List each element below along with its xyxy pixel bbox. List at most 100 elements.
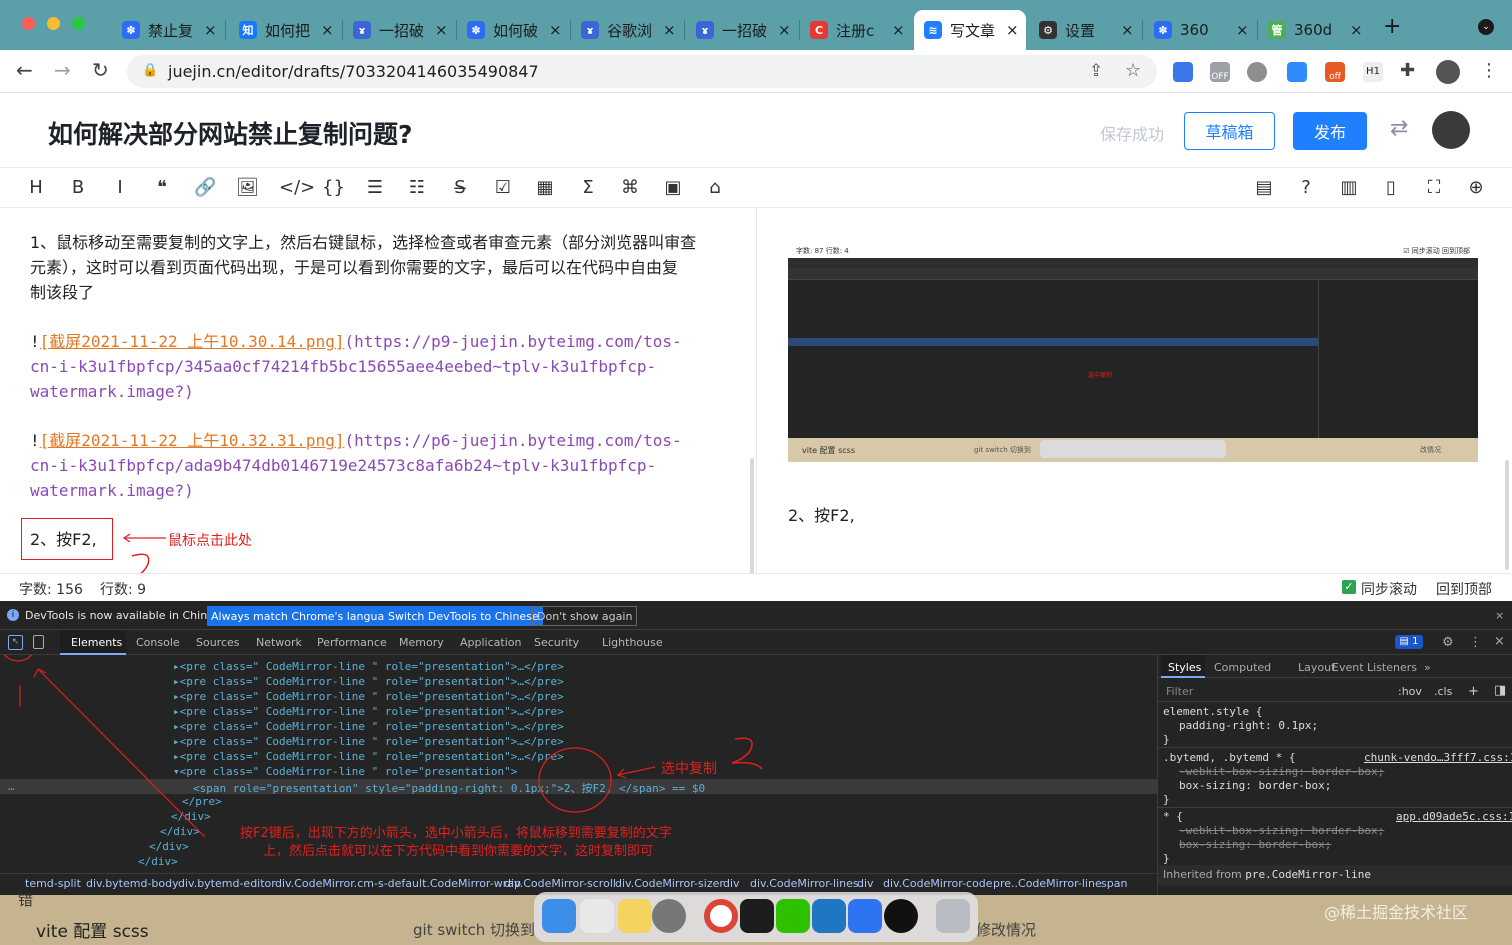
toolbar-help-icon[interactable]: ? [1295, 177, 1317, 198]
hov-toggle[interactable]: :hov [1398, 685, 1422, 698]
extension-off-icon[interactable]: OFF [1210, 62, 1230, 82]
styles-tab-computed[interactable]: Computed [1214, 661, 1271, 674]
tab-close-icon[interactable]: × [778, 21, 791, 39]
image-url-line[interactable]: watermark.image?) [30, 478, 194, 503]
tab-close-icon[interactable]: × [1121, 21, 1134, 39]
breadcrumb-item[interactable]: div.CodeMirror-lines [750, 877, 859, 890]
toolbar-link-icon[interactable]: 🔗 [194, 177, 216, 198]
extension-h1-icon[interactable]: H1 [1363, 62, 1383, 82]
rule-source-link[interactable]: chunk-vendo…3fff7.css:1 [1364, 751, 1512, 764]
browser-tab[interactable]: ɤ 一招破 × [343, 10, 455, 50]
sync-scroll-checkbox[interactable]: ✓ [1342, 580, 1356, 594]
maximize-window-button[interactable] [72, 17, 85, 30]
toolbar-image-icon[interactable]: 🖼 [236, 177, 259, 198]
back-to-top-link[interactable]: 回到顶部 [1436, 579, 1492, 599]
breadcrumb-item[interactable]: div.bytemd-editor [178, 877, 276, 890]
toolbar-github-icon[interactable]: ⊕ [1465, 177, 1487, 198]
tab-close-icon[interactable]: × [204, 21, 217, 39]
tab-close-icon[interactable]: × [549, 21, 562, 39]
devtools-tab-security[interactable]: Security [534, 636, 579, 649]
inherited-selector[interactable]: pre.CodeMirror-line [1245, 868, 1371, 881]
image-alt-link[interactable]: [截屏2021-11-22 上午10.32.31.png] [40, 431, 345, 450]
devtools-menu-icon[interactable]: ⋮ [1469, 635, 1482, 650]
styles-tab-styles[interactable]: Styles [1168, 661, 1201, 674]
breadcrumb-item[interactable]: span [1101, 877, 1127, 890]
styles-tab-layout[interactable]: Layout [1298, 661, 1335, 674]
breadcrumb-item[interactable]: pre..CodeMirror-line [993, 877, 1102, 890]
browser-tab[interactable]: ✽ 360 × [1144, 10, 1256, 50]
vscode-icon[interactable] [812, 899, 846, 933]
chrome-icon[interactable] [704, 899, 738, 933]
dont-show-again-button[interactable]: Don't show again [532, 606, 638, 626]
toolbar-editor-only-icon[interactable]: ▯ [1380, 177, 1402, 198]
close-devtools-icon[interactable]: × [1494, 634, 1505, 649]
devtools-tab-sources[interactable]: Sources [196, 636, 240, 649]
new-rule-icon[interactable]: + [1468, 684, 1479, 699]
tab-close-icon[interactable]: × [321, 21, 334, 39]
sync-scroll-label[interactable]: 同步滚动 [1361, 579, 1417, 599]
lock-icon[interactable]: 🔒 [142, 63, 158, 78]
close-banner-icon[interactable]: × [1495, 609, 1504, 622]
toolbar-preview-only-icon[interactable]: ▥ [1338, 177, 1360, 198]
always-match-language-button[interactable]: Always match Chrome's language [207, 606, 402, 626]
url-text[interactable]: juejin.cn/editor/drafts/7033204146035490… [168, 62, 539, 81]
toolbar-fullscreen-icon[interactable]: ⛶ [1423, 177, 1445, 198]
forward-icon[interactable]: → [54, 58, 71, 82]
breadcrumb-item[interactable]: div [857, 877, 874, 890]
article-title-input[interactable]: 如何解决部分网站禁止复制问题? [48, 115, 413, 151]
paragraph-line[interactable]: 制该段了 [30, 280, 94, 305]
share-icon[interactable]: ⇪ [1089, 61, 1103, 81]
avatar[interactable] [1432, 111, 1470, 149]
rule-property-overridden[interactable]: -webkit-box-sizing: border-box; [1179, 765, 1384, 778]
image-markdown-line[interactable]: ![截屏2021-11-22 上午10.32.31.png](https://p… [30, 428, 682, 453]
browser-tab[interactable]: 管 360d × [1258, 10, 1370, 50]
rule-property-overridden[interactable]: -webkit-box-sizing: border-box; [1179, 824, 1384, 837]
breadcrumb-item[interactable]: div.CodeMirror-code [883, 877, 993, 890]
image-url-line[interactable]: watermark.image?) [30, 379, 194, 404]
rule-selector[interactable]: element.style { [1163, 705, 1262, 718]
browser-tab[interactable]: ɤ 一招破 × [686, 10, 798, 50]
minimize-window-button[interactable] [47, 17, 60, 30]
devtools-tab-lighthouse[interactable]: Lighthouse [602, 636, 663, 649]
drafts-button[interactable]: 草稿箱 [1184, 112, 1275, 150]
tab-close-icon[interactable]: × [1236, 21, 1249, 39]
settings-gear-icon[interactable]: ⚙ [1442, 635, 1454, 650]
rule-property-overridden[interactable]: box-sizing: border-box; [1179, 838, 1331, 851]
tab-close-icon[interactable]: × [663, 21, 676, 39]
back-icon[interactable]: ← [16, 58, 33, 82]
toolbar-mermaid-icon[interactable]: ⌘ [619, 177, 641, 198]
toolbar-toc-icon[interactable]: ▤ [1253, 177, 1275, 198]
rule-selector[interactable]: .bytemd, .bytemd * { [1163, 751, 1295, 764]
elements-dom-tree[interactable]: ▸<pre class=" CodeMirror-line " role="pr… [0, 655, 1157, 878]
toolbar-ordered-list-icon[interactable]: ☷ [406, 177, 428, 198]
paragraph-line[interactable]: 元素），这时可以看到页面代码出现，于是可以看到你需要的文字，最后可以在代码中自由… [30, 255, 678, 280]
rule-property[interactable]: box-sizing: border-box; [1179, 779, 1331, 792]
rule-property[interactable]: padding-right: 0.1px; [1179, 719, 1318, 732]
toolbar-table-icon[interactable]: ▦ [534, 177, 556, 198]
toolbar-heading-icon[interactable]: H [25, 177, 47, 198]
extension-off2-icon[interactable]: off [1325, 62, 1345, 82]
maps-pin-icon[interactable] [848, 899, 882, 933]
terminal-icon[interactable] [740, 899, 774, 933]
markdown-editor[interactable]: 1、鼠标移动至需要复制的文字上，然后右键鼠标，选择检查或者审查元素（部分浏览器叫… [0, 208, 757, 573]
toggle-sidebar-icon[interactable]: ◨ [1494, 683, 1506, 698]
breadcrumb-item[interactable]: div [723, 877, 740, 890]
tab-search-icon[interactable]: ⌄ [1478, 19, 1494, 35]
profile-icon[interactable] [1436, 60, 1460, 84]
devtools-tab-application[interactable]: Application [460, 636, 521, 649]
rule-selector[interactable]: * { [1163, 810, 1183, 823]
styles-tab-event-listeners[interactable]: Event Listeners [1332, 661, 1417, 674]
image-markdown-line[interactable]: ![截屏2021-11-22 上午10.30.14.png](https://p… [30, 329, 682, 354]
extension-cube-icon[interactable] [1287, 62, 1307, 82]
paragraph-line[interactable]: 1、鼠标移动至需要复制的文字上，然后右键鼠标，选择检查或者审查元素（部分浏览器叫… [30, 230, 696, 255]
issues-badge[interactable]: ▤ 1 [1395, 635, 1423, 649]
breadcrumb-item[interactable]: div.CodeMirror-scroll [504, 877, 616, 890]
step2-line[interactable]: 2、按F2, [30, 527, 97, 552]
breadcrumb-item[interactable]: temd-split [25, 877, 81, 890]
preview-scrollbar[interactable] [1505, 460, 1509, 570]
switch-devtools-chinese-button[interactable]: Switch DevTools to Chinese [384, 606, 543, 626]
tab-close-icon[interactable]: × [1006, 21, 1019, 39]
trash-icon[interactable] [936, 899, 970, 933]
toolbar-grid-icon[interactable]: ▣ [662, 177, 684, 198]
qq-icon[interactable] [884, 899, 918, 933]
